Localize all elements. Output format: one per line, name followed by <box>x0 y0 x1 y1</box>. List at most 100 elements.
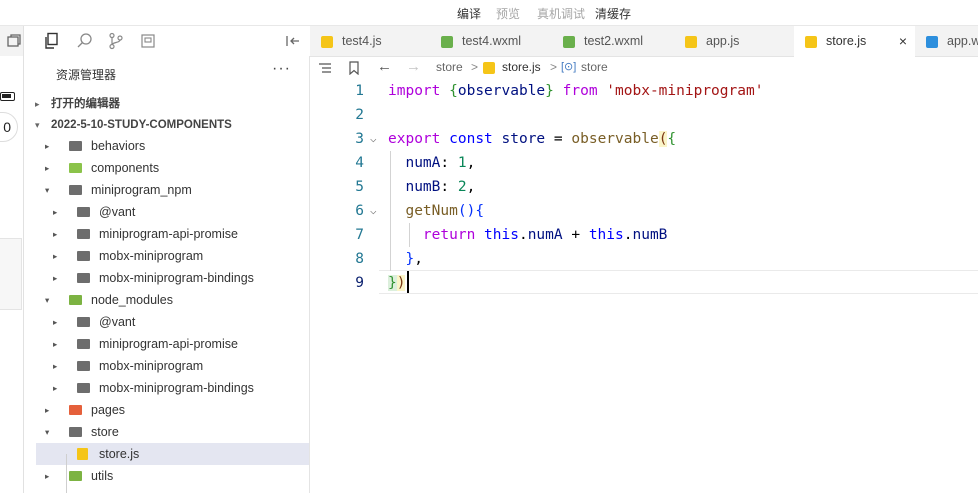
window-icon[interactable] <box>7 34 21 48</box>
tab-store-js[interactable]: store.js × <box>794 26 915 57</box>
tab-label: app.js <box>706 34 740 48</box>
folder-icon <box>69 141 82 151</box>
css-file-icon <box>926 36 938 48</box>
tab-app-w[interactable]: app.w <box>915 26 978 57</box>
folder-item[interactable]: ▸ @vant <box>36 201 309 223</box>
folder-icon <box>77 383 90 393</box>
bookmark-icon[interactable] <box>348 61 360 75</box>
chevron-right-icon: ▸ <box>53 251 58 261</box>
tree-item-label: components <box>91 161 160 175</box>
breadcrumb-file[interactable]: store.js <box>502 60 541 74</box>
collapse-panel-icon[interactable] <box>284 32 302 50</box>
tab-label: test2.wxml <box>584 34 644 48</box>
tree-item-label: @vant <box>99 315 136 329</box>
folder-item[interactable]: ▾ node_modules <box>36 289 309 311</box>
symbol-variable-icon: [⊙] <box>561 61 577 73</box>
chevron-right-icon: ▸ <box>45 141 50 151</box>
file-item[interactable]: store.js <box>36 443 309 465</box>
folder-item[interactable]: ▸ mobx-miniprogram-bindings <box>36 267 309 289</box>
folder-item[interactable]: ▾ store <box>36 421 309 443</box>
folder-icon <box>69 471 82 481</box>
device-debug-button[interactable]: 真机调试 <box>537 5 585 22</box>
folder-icon <box>69 185 82 195</box>
line-number: 5 <box>355 179 364 195</box>
battery-icon <box>0 92 15 101</box>
folder-item[interactable]: ▸ mobx-miniprogram <box>36 245 309 267</box>
tree-item-label: store.js <box>99 447 140 461</box>
breadcrumb-symbol[interactable]: store <box>581 60 608 74</box>
wxml-file-icon <box>563 36 575 48</box>
folder-item[interactable]: ▸ mobx-miniprogram-bindings <box>36 377 309 399</box>
line-number: 7 <box>355 227 364 243</box>
folder-item[interactable]: ▸ utils <box>36 465 309 487</box>
capsule-text: 0 <box>3 119 11 135</box>
source-control-icon[interactable] <box>107 32 125 50</box>
tab-label: test4.js <box>342 34 382 48</box>
simulator-panel: 0 <box>0 26 24 493</box>
explorer-panel: 资源管理器 ··· ▸ 打开的编辑器 ▾ 2022-5-10-STUDY-COMPO… <box>25 56 310 493</box>
tree-item-label: pages <box>91 403 126 417</box>
open-editors-section[interactable]: ▸ 打开的编辑器 <box>35 95 120 111</box>
folder-item[interactable]: ▸ miniprogram-api-promise <box>36 223 309 245</box>
close-icon[interactable]: × <box>899 26 907 57</box>
explorer-title: 资源管理器 <box>56 68 117 82</box>
indent-guide <box>66 454 67 493</box>
back-arrow-icon[interactable]: ← <box>377 58 392 75</box>
js-file-icon <box>483 62 495 74</box>
folder-icon <box>77 317 90 327</box>
tree-item-label: @vant <box>99 205 136 219</box>
chevron-right-icon: ▸ <box>53 229 58 239</box>
preview-button[interactable]: 预览 <box>496 5 520 22</box>
simulator-screen: 0 <box>0 56 23 493</box>
folder-item[interactable]: ▸ components <box>36 157 309 179</box>
folder-icon <box>77 229 90 239</box>
line-number: 1 <box>355 83 364 99</box>
code-editor[interactable]: 1 2 3 4 5 6 7 8 9 ⌵ ⌵ import {observable} from '… <box>310 79 978 493</box>
search-icon[interactable] <box>76 32 94 50</box>
fold-chevron-icon[interactable]: ⌵ <box>370 199 377 223</box>
breadcrumb-folder[interactable]: store <box>436 60 463 74</box>
folder-icon <box>69 427 82 437</box>
folder-item[interactable]: ▸ mobx-miniprogram <box>36 355 309 377</box>
line-number: 4 <box>355 155 364 171</box>
chevron-right-icon: ▸ <box>53 339 58 349</box>
more-actions-icon[interactable]: ··· <box>272 60 291 78</box>
folder-item[interactable]: ▸ behaviors <box>36 135 309 157</box>
forward-arrow-icon[interactable]: → <box>406 58 421 75</box>
extensions-icon[interactable] <box>139 32 157 50</box>
line-number: 3 <box>355 131 364 147</box>
folder-item[interactable]: ▸ miniprogram-api-promise <box>36 333 309 355</box>
chevron-right-icon: ▸ <box>53 383 58 393</box>
top-toolbar: 编译 预览 真机调试 清缓存 <box>0 0 978 26</box>
chevron-right-icon: ▸ <box>53 317 58 327</box>
explorer-icon[interactable] <box>43 32 61 50</box>
folder-icon <box>77 251 90 261</box>
tree-item-label: mobx-miniprogram-bindings <box>99 271 254 285</box>
compile-button[interactable]: 编译 <box>457 5 481 22</box>
tab-app-js[interactable]: app.js <box>674 26 794 57</box>
breadcrumb: ← → store > store.js > [⊙] store <box>310 57 978 79</box>
chevron-right-icon: ▸ <box>35 99 40 109</box>
code-line: getNum(){ <box>405 203 485 219</box>
folder-item[interactable]: ▾ miniprogram_npm <box>36 179 309 201</box>
tree-item-label: behaviors <box>91 139 146 153</box>
code-line: }) <box>388 275 406 291</box>
tab-test4-wxml[interactable]: test4.wxml <box>430 26 552 57</box>
tree-item-label: utils <box>91 469 114 483</box>
tab-test4-js[interactable]: test4.js <box>310 26 430 57</box>
text-cursor <box>407 271 409 293</box>
folder-icon <box>69 405 82 415</box>
folder-item[interactable]: ▸ @vant <box>36 311 309 333</box>
project-section[interactable]: ▾ 2022-5-10-STUDY-COMPONENTS <box>35 119 232 131</box>
tab-test2-wxml[interactable]: test2.wxml <box>552 26 674 57</box>
list-icon[interactable] <box>318 62 332 74</box>
clear-cache-button[interactable]: 清缓存 <box>595 5 631 22</box>
project-label: 2022-5-10-STUDY-COMPONENTS <box>51 119 232 131</box>
capsule-button[interactable]: 0 <box>0 112 18 142</box>
folder-item[interactable]: ▸ pages <box>36 399 309 421</box>
fold-chevron-icon[interactable]: ⌵ <box>370 127 377 151</box>
folder-icon <box>69 163 82 173</box>
chevron-down-icon: ▾ <box>45 185 50 195</box>
tree-item-label: node_modules <box>91 293 174 307</box>
editor-tabs: test4.js test4.wxml test2.wxml app.js store.… <box>310 26 978 57</box>
